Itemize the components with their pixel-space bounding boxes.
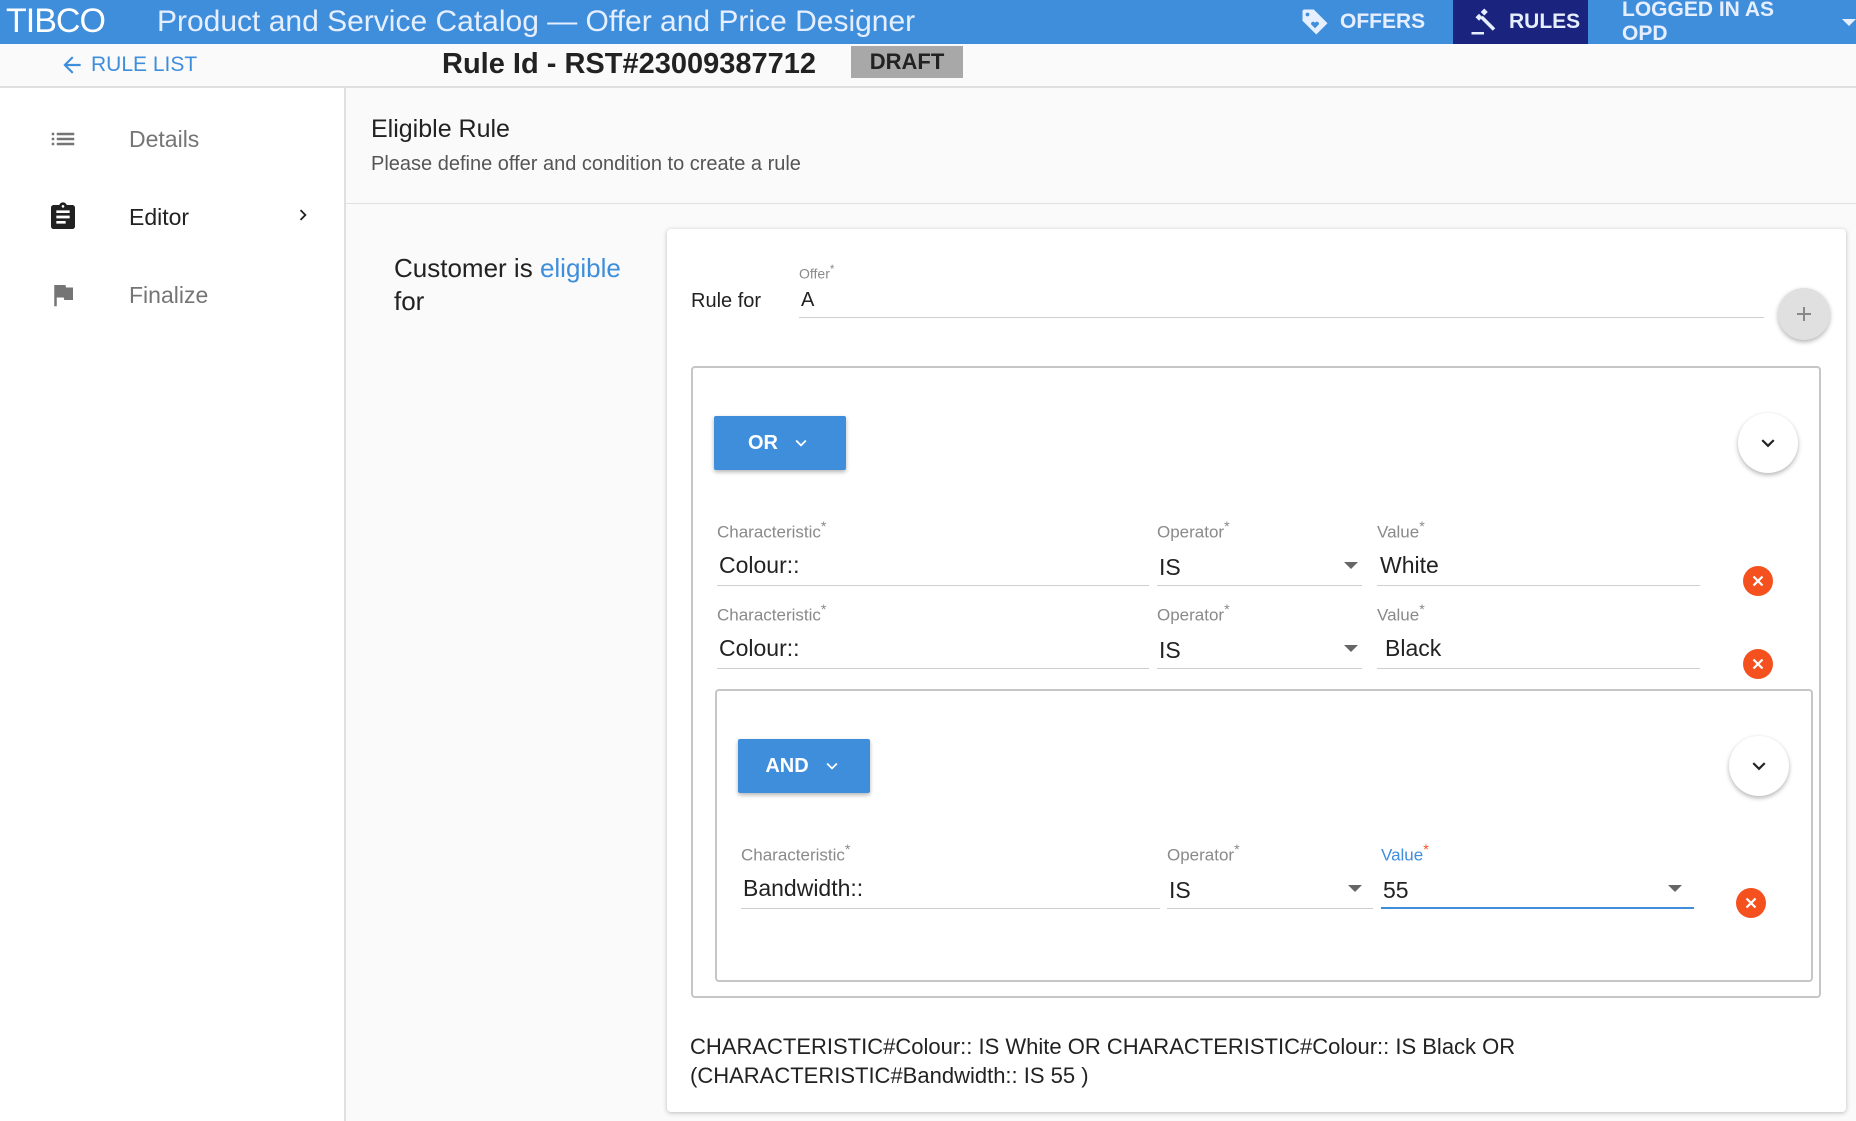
rule-for-label: Rule for [691,290,762,312]
delete-condition-button[interactable] [1743,649,1773,679]
underline-focused [1381,907,1694,909]
collapse-and-group-button[interactable] [1729,736,1789,796]
and-operator-button[interactable]: AND [738,739,870,793]
dropdown-icon[interactable] [1344,645,1358,652]
page-subtitle: Please define offer and condition to cre… [371,153,801,175]
page-title: Eligible Rule [371,115,510,143]
add-button[interactable] [1778,288,1830,340]
expression-line: (CHARACTERISTIC#Bandwidth:: IS 55 ) [690,1063,1089,1088]
app-header: TIBCO Product and Service Catalog — Offe… [0,0,1856,45]
chevron-right-icon [292,204,314,231]
sidebar-item-editor[interactable]: Editor [0,187,344,247]
operator-select[interactable]: IS [1169,877,1191,904]
customer-suffix: for [394,286,425,316]
characteristic-label: Characteristic* [717,602,827,625]
underline [1157,668,1362,669]
characteristic-input[interactable]: Bandwidth:: [743,875,863,902]
value-input[interactable]: White [1380,552,1439,579]
list-icon [46,122,80,156]
sidebar-item-label: Finalize [129,281,209,308]
underline [1377,585,1700,586]
rule-expression: CHARACTERISTIC#Colour:: IS White OR CHAR… [690,1032,1790,1090]
sidebar-item-details[interactable]: Details [0,109,344,169]
underline [1167,908,1373,909]
and-group [715,689,1813,982]
nav-rules[interactable]: RULES [1453,0,1588,44]
user-label: LOGGED IN AS OPD [1622,0,1775,45]
underline [1157,585,1362,586]
offer-input[interactable]: A [801,289,814,312]
operator-select[interactable]: IS [1159,554,1181,581]
tag-heart-icon [1302,9,1328,35]
dropdown-icon[interactable] [1668,885,1682,892]
nav-offers-label: OFFERS [1340,10,1426,33]
operator-label: Operator* [1157,519,1230,542]
nav-rules-label: RULES [1509,10,1581,33]
expression-line: CHARACTERISTIC#Colour:: IS White OR CHAR… [690,1034,1516,1059]
back-to-rule-list[interactable]: RULE LIST [59,52,197,78]
value-label: Value* [1381,842,1429,865]
app-title: Product and Service Catalog — Offer and … [157,5,916,38]
collapse-or-group-button[interactable] [1738,413,1798,473]
operator-label: Operator* [1167,842,1240,865]
or-label: OR [748,431,778,454]
user-menu[interactable]: LOGGED IN AS OPD [1602,0,1856,45]
nav-offers[interactable]: OFFERS [1280,0,1440,44]
divider [346,203,1856,204]
gavel-icon [1471,8,1496,35]
clipboard-icon [46,200,80,234]
delete-condition-button[interactable] [1736,888,1766,918]
customer-highlight: eligible [539,253,621,283]
offer-underline [799,317,1764,318]
subheader: RULE LIST Rule Id - RST#23009387712 DRAF… [0,44,1856,88]
characteristic-input[interactable]: Colour:: [719,635,800,662]
tibco-logo: TIBCO [6,2,106,40]
characteristic-label: Characteristic* [741,842,851,865]
offer-label: Offer* [799,263,835,282]
value-label: Value* [1377,519,1425,542]
characteristic-label: Characteristic* [717,519,827,542]
dropdown-icon[interactable] [1348,885,1362,892]
sidebar-item-label: Details [129,125,200,152]
chevron-down-icon [795,439,807,447]
chevron-down-icon [1761,439,1775,448]
plus-icon [1797,307,1811,321]
value-select[interactable]: 55 [1383,877,1409,904]
delete-condition-button[interactable] [1743,566,1773,596]
close-icon [1752,658,1764,670]
characteristic-input[interactable]: Colour:: [719,552,800,579]
underline [741,908,1160,909]
and-label: AND [765,754,809,777]
underline [1377,668,1700,669]
dropdown-icon[interactable] [1344,562,1358,569]
status-badge: DRAFT [851,46,963,78]
rule-id: Rule Id - RST#23009387712 [442,48,816,80]
flag-icon [46,278,80,312]
chevron-down-icon [826,762,838,770]
underline [717,668,1149,669]
operator-label: Operator* [1157,602,1230,625]
arrow-left-icon [63,56,81,74]
value-label: Value* [1377,602,1425,625]
or-operator-button[interactable]: OR [714,416,846,470]
back-label: RULE LIST [91,53,198,76]
sidebar-item-finalize[interactable]: Finalize [0,265,344,325]
close-icon [1752,575,1764,587]
sidebar-item-label: Editor [129,203,190,230]
close-icon [1745,897,1757,909]
sidebar: Details Editor Finalize [0,88,346,1121]
chevron-down-icon [1752,762,1766,771]
value-input[interactable]: Black [1385,635,1441,662]
customer-prefix: Customer is [394,253,533,283]
dropdown-icon [1842,18,1856,26]
underline [717,585,1149,586]
customer-eligible-text: Customer is eligible for [394,252,621,318]
operator-select[interactable]: IS [1159,637,1181,664]
